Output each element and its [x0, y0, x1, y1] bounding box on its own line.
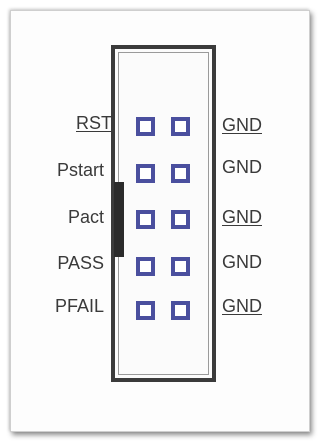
pin-3: [136, 164, 155, 183]
pin-7: [136, 257, 155, 276]
label-gnd-1: GND: [222, 115, 262, 135]
pin-5: [136, 210, 155, 229]
label-gnd-5: GND: [222, 296, 262, 316]
pin-6: [171, 210, 190, 229]
connector-key-notch: [114, 182, 124, 257]
connector-inner-outline: [118, 52, 209, 375]
label-rst: RST: [76, 113, 112, 133]
label-gnd-3: GND: [222, 207, 262, 227]
diagram-canvas: RST Pstart Pact PASS PFAIL GND GND GND G…: [0, 0, 321, 445]
label-gnd-2: GND: [222, 157, 262, 177]
pin-1: [136, 117, 155, 136]
label-pact: Pact: [67, 207, 104, 227]
pin-8: [171, 257, 190, 276]
label-gnd-4: GND: [222, 252, 262, 272]
pin-9: [136, 301, 155, 320]
pin-4: [171, 164, 190, 183]
label-pass: PASS: [57, 253, 104, 273]
pin-2: [171, 117, 190, 136]
label-pfail: PFAIL: [54, 296, 104, 316]
label-pstart: Pstart: [56, 160, 104, 180]
pin-10: [171, 301, 190, 320]
